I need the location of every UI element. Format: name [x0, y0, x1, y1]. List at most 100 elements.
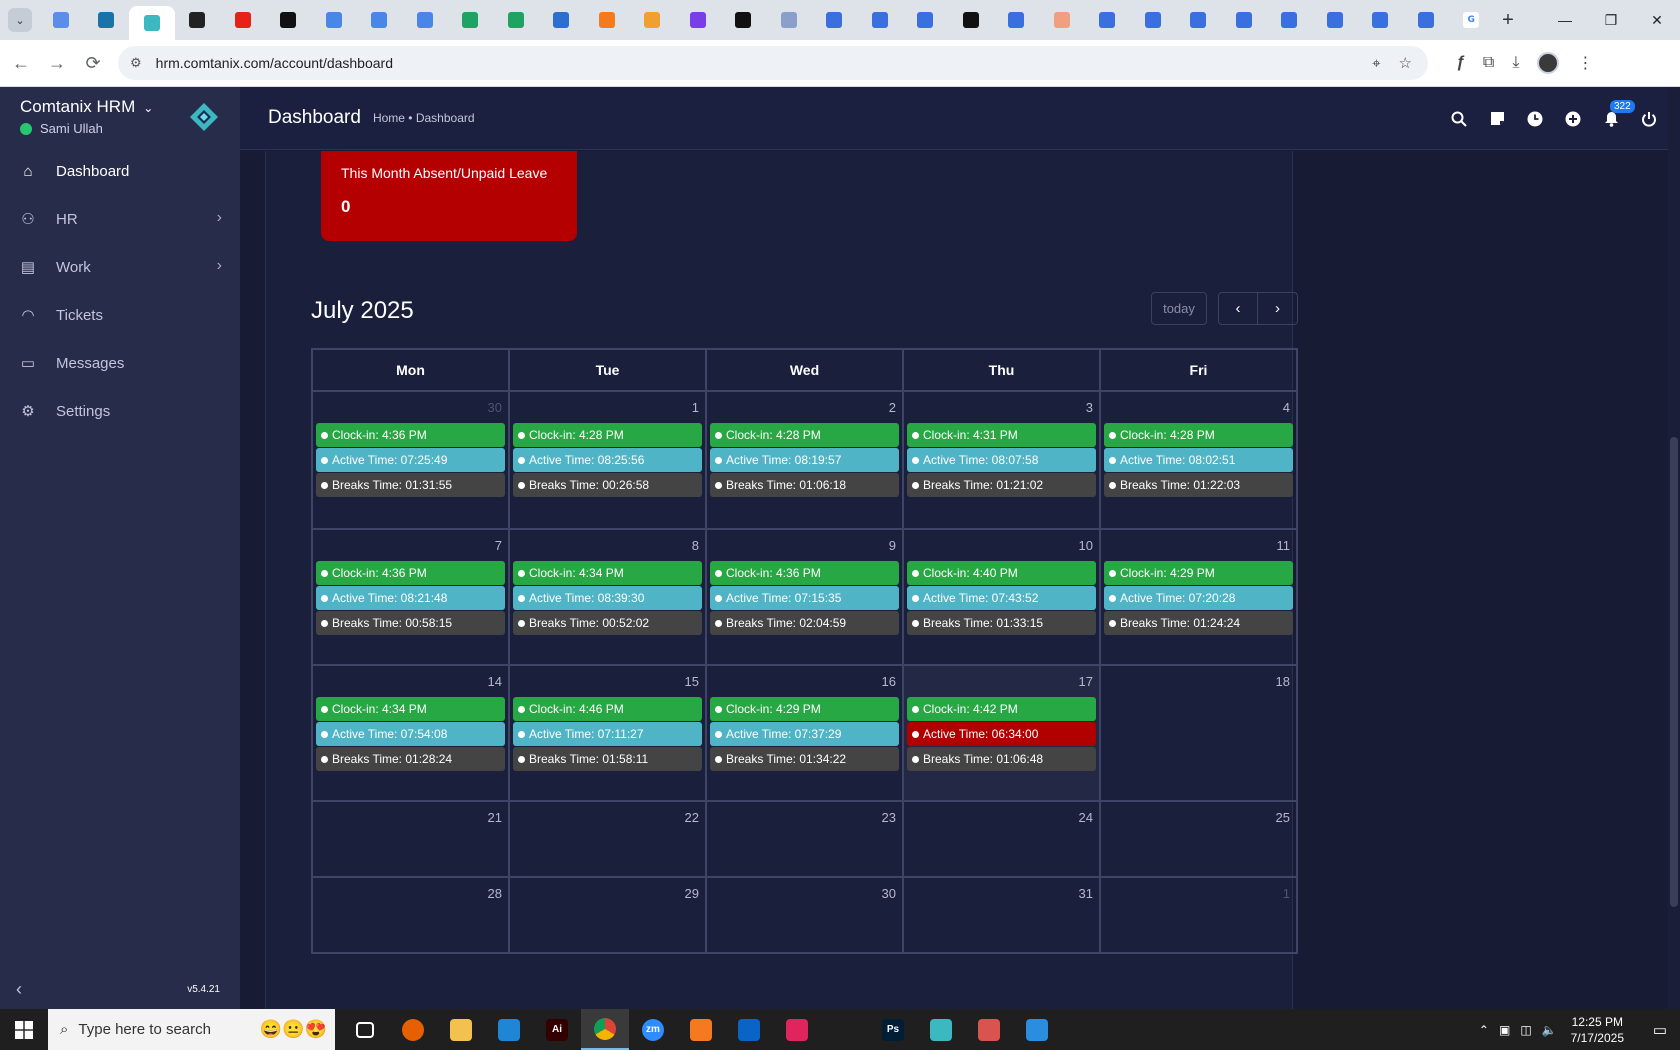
- calendar-event[interactable]: Clock-in: 4:34 PM: [316, 697, 505, 721]
- browser-tab[interactable]: [38, 4, 84, 36]
- browser-tab[interactable]: [766, 4, 812, 36]
- calendar-event[interactable]: Clock-in: 4:36 PM: [316, 561, 505, 585]
- browser-tab[interactable]: [721, 4, 767, 36]
- calendar-day-cell[interactable]: 4 Clock-in: 4:28 PM Active Time: 08:02:51 B…: [1101, 392, 1296, 528]
- extensions-puzzle-icon[interactable]: ⧉: [1483, 54, 1494, 72]
- browser-tab[interactable]: [948, 4, 994, 36]
- day-number[interactable]: 17: [1079, 674, 1093, 689]
- browser-tab[interactable]: [311, 4, 357, 36]
- taskbar-app[interactable]: [485, 1009, 533, 1050]
- calendar-event[interactable]: Clock-in: 4:36 PM: [710, 561, 899, 585]
- calendar-day-cell[interactable]: 10 Clock-in: 4:40 PM Active Time: 07:43:52…: [904, 530, 1101, 664]
- back-button[interactable]: ←: [6, 48, 36, 78]
- day-number[interactable]: 11: [1277, 538, 1291, 553]
- site-info-icon[interactable]: ⚙: [130, 55, 142, 71]
- taskbar-app[interactable]: [341, 1009, 389, 1050]
- taskbar-app[interactable]: [389, 1009, 437, 1050]
- address-bar[interactable]: ⚙ hrm.comtanix.com/account/dashboard ⌖ ☆: [118, 46, 1428, 80]
- browser-tab[interactable]: [493, 4, 539, 36]
- day-number[interactable]: 30: [488, 400, 502, 415]
- calendar-event[interactable]: Clock-in: 4:34 PM: [513, 561, 702, 585]
- calendar-event[interactable]: Breaks Time: 00:58:15: [316, 611, 505, 635]
- sidebar-item-work[interactable]: ▤ Work ›: [0, 243, 240, 291]
- next-month-button[interactable]: ›: [1258, 292, 1298, 325]
- calendar-event[interactable]: Breaks Time: 01:34:22: [710, 747, 899, 771]
- taskbar-app[interactable]: [725, 1009, 773, 1050]
- calendar-event[interactable]: Active Time: 07:15:35: [710, 586, 899, 610]
- reload-button[interactable]: ⟳: [78, 48, 108, 78]
- calendar-day-cell[interactable]: 28: [313, 878, 510, 952]
- browser-tab[interactable]: [857, 4, 903, 36]
- new-tab-button[interactable]: +: [1494, 6, 1522, 34]
- calendar-day-cell[interactable]: 8 Clock-in: 4:34 PM Active Time: 08:39:30 B…: [510, 530, 707, 664]
- browser-tab[interactable]: [175, 4, 221, 36]
- calendar-day-cell[interactable]: 1 Clock-in: 4:28 PM Active Time: 08:25:56 B…: [510, 392, 707, 528]
- breadcrumb[interactable]: Home • Dashboard: [373, 111, 475, 125]
- calendar-day-cell[interactable]: 24: [904, 802, 1101, 876]
- page-scrollbar[interactable]: [1668, 87, 1680, 1009]
- calendar-day-cell[interactable]: 3 Clock-in: 4:31 PM Active Time: 08:07:58 B…: [904, 392, 1101, 528]
- volume-icon[interactable]: 🔈: [1542, 1023, 1557, 1037]
- day-number[interactable]: 7: [495, 538, 502, 553]
- calendar-event[interactable]: Breaks Time: 00:26:58: [513, 473, 702, 497]
- calendar-event[interactable]: Breaks Time: 01:28:24: [316, 747, 505, 771]
- calendar-day-cell[interactable]: 7 Clock-in: 4:36 PM Active Time: 08:21:48 B…: [313, 530, 510, 664]
- calendar-day-cell[interactable]: 9 Clock-in: 4:36 PM Active Time: 07:15:35 B…: [707, 530, 904, 664]
- profile-avatar[interactable]: [1537, 52, 1560, 74]
- calendar-event[interactable]: Breaks Time: 01:06:48: [907, 747, 1096, 771]
- browser-tab[interactable]: [539, 4, 585, 36]
- calendar-event[interactable]: Breaks Time: 01:58:11: [513, 747, 702, 771]
- calendar-event[interactable]: Breaks Time: 01:24:24: [1104, 611, 1293, 635]
- browser-tab[interactable]: [1403, 4, 1449, 36]
- calendar-event[interactable]: Breaks Time: 02:04:59: [710, 611, 899, 635]
- day-number[interactable]: 25: [1276, 810, 1290, 825]
- browser-tab[interactable]: [357, 4, 403, 36]
- calendar-event[interactable]: Active Time: 07:43:52: [907, 586, 1096, 610]
- calendar-event[interactable]: Clock-in: 4:29 PM: [710, 697, 899, 721]
- calendar-event[interactable]: Breaks Time: 01:31:55: [316, 473, 505, 497]
- day-number[interactable]: 22: [685, 810, 699, 825]
- browser-tab[interactable]: [220, 4, 266, 36]
- calendar-day-cell[interactable]: 14 Clock-in: 4:34 PM Active Time: 07:54:08…: [313, 666, 510, 800]
- calendar-event[interactable]: Clock-in: 4:28 PM: [710, 423, 899, 447]
- browser-tab[interactable]: [584, 4, 630, 36]
- clock-icon[interactable]: [1526, 110, 1544, 128]
- calendar-day-cell[interactable]: 2 Clock-in: 4:28 PM Active Time: 08:19:57 B…: [707, 392, 904, 528]
- browser-tab[interactable]: [1312, 4, 1358, 36]
- minimize-button[interactable]: —: [1542, 0, 1588, 40]
- calendar-event[interactable]: Breaks Time: 01:22:03: [1104, 473, 1293, 497]
- day-number[interactable]: 1: [1283, 886, 1290, 901]
- day-number[interactable]: 2: [889, 400, 896, 415]
- day-number[interactable]: 10: [1079, 538, 1093, 553]
- day-number[interactable]: 29: [685, 886, 699, 901]
- calendar-event[interactable]: Active Time: 08:21:48: [316, 586, 505, 610]
- prev-month-button[interactable]: ‹: [1218, 292, 1258, 325]
- calendar-event[interactable]: Active Time: 08:02:51: [1104, 448, 1293, 472]
- day-number[interactable]: 31: [1079, 886, 1093, 901]
- browser-tab[interactable]: [903, 4, 949, 36]
- taskbar-app[interactable]: [821, 1009, 869, 1050]
- calendar-day-cell[interactable]: 18: [1101, 666, 1296, 800]
- chevron-up-icon[interactable]: ⌃: [1479, 1023, 1489, 1037]
- calendar-event[interactable]: Active Time: 07:54:08: [316, 722, 505, 746]
- calendar-event[interactable]: Active Time: 07:11:27: [513, 722, 702, 746]
- calendar-event[interactable]: Active Time: 07:37:29: [710, 722, 899, 746]
- add-circle-icon[interactable]: [1564, 110, 1582, 128]
- calendar-day-cell[interactable]: 16 Clock-in: 4:29 PM Active Time: 07:37:29…: [707, 666, 904, 800]
- taskbar-app[interactable]: Ai: [533, 1009, 581, 1050]
- day-number[interactable]: 28: [488, 886, 502, 901]
- search-icon[interactable]: [1450, 110, 1468, 128]
- day-number[interactable]: 1: [692, 400, 699, 415]
- browser-tab[interactable]: [84, 4, 130, 36]
- browser-tab[interactable]: [1221, 4, 1267, 36]
- calendar-day-cell[interactable]: 21: [313, 802, 510, 876]
- wifi-icon[interactable]: ◫: [1520, 1023, 1531, 1037]
- today-button[interactable]: today: [1151, 292, 1207, 325]
- calendar-day-cell[interactable]: 15 Clock-in: 4:46 PM Active Time: 07:11:27…: [510, 666, 707, 800]
- calendar-event[interactable]: Clock-in: 4:46 PM: [513, 697, 702, 721]
- calendar-day-cell[interactable]: 17 Clock-in: 4:42 PM Active Time: 06:34:00…: [904, 666, 1101, 800]
- browser-tab[interactable]: [1039, 4, 1085, 36]
- taskbar-app[interactable]: Ps: [869, 1009, 917, 1050]
- calendar-day-cell[interactable]: 29: [510, 878, 707, 952]
- calendar-event[interactable]: Clock-in: 4:28 PM: [1104, 423, 1293, 447]
